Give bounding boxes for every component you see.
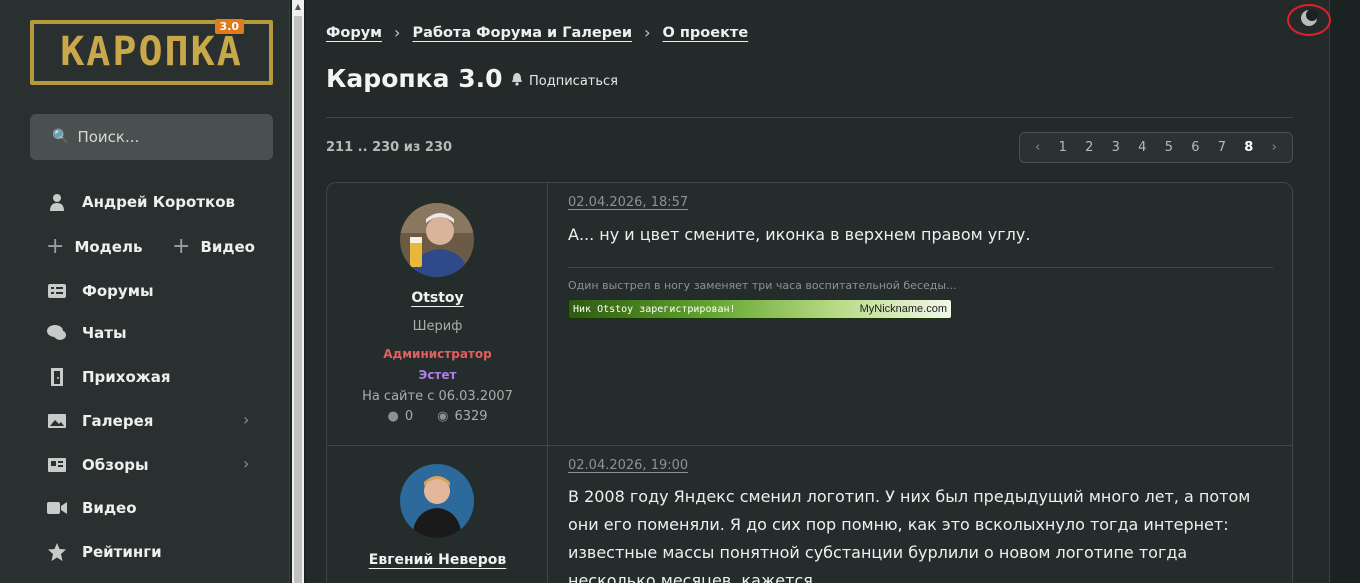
posts-list: Otstoy Шериф Администратор Эстет На сайт…	[326, 182, 1293, 583]
search-placeholder: Поиск...	[77, 128, 140, 146]
pager-page[interactable]: 1	[1059, 140, 1067, 155]
banner-left-text: Ник Otstoy зарегистрирован!	[573, 303, 736, 315]
pager-next[interactable]: ›	[1272, 140, 1277, 155]
subscribe-label: Подписаться	[529, 73, 618, 89]
chevron-right-icon[interactable]: ›	[243, 454, 249, 473]
banner-right-text: MyNickname.com	[859, 303, 947, 315]
sidebar-item-ratings[interactable]: Рейтинги	[46, 542, 162, 562]
breadcrumb: Форум › Работа Форума и Галереи › О прое…	[326, 23, 748, 42]
avatar[interactable]	[400, 203, 474, 277]
theme-toggle-button[interactable]	[1287, 4, 1331, 36]
post-author-panel: Евгений Неверов	[327, 446, 548, 583]
pager-page[interactable]: 7	[1218, 140, 1226, 155]
signature-divider	[568, 267, 1273, 268]
palette-icon: ●	[387, 409, 399, 424]
author-name[interactable]: Евгений Неверов	[327, 552, 548, 568]
reviews-icon	[46, 455, 68, 475]
sidebar: КАРОПКА 3.0 🔍 Поиск... Андрей Коротков +…	[0, 0, 290, 583]
chevron-right-icon: ›	[394, 23, 401, 42]
subscribe-button[interactable]: Подписаться	[511, 73, 618, 89]
sidebar-item-video[interactable]: Видео	[46, 498, 137, 518]
plus-icon: +	[46, 234, 65, 259]
post: Otstoy Шериф Администратор Эстет На сайт…	[327, 183, 1292, 445]
pager-page-current[interactable]: 8	[1244, 140, 1253, 155]
logo-text: КАРОПКА	[60, 29, 243, 75]
post: Евгений Неверов 02.04.2026, 19:00 В 2008…	[327, 446, 1292, 583]
star-icon	[46, 542, 68, 562]
sidebar-item-gallery[interactable]: Галерея	[46, 411, 153, 431]
author-stats: ● 0 ◉ 6329	[327, 409, 548, 424]
post-text: В 2008 году Яндекс сменил логотип. У них…	[568, 487, 1251, 583]
sidebar-item-label: Рейтинги	[82, 543, 162, 561]
search-icon: 🔍	[52, 129, 70, 145]
user-icon	[46, 192, 68, 212]
video-icon	[46, 498, 68, 518]
pager-prev[interactable]: ‹	[1035, 140, 1040, 155]
sidebar-user-profile[interactable]: Андрей Коротков	[46, 192, 235, 212]
avatar[interactable]	[400, 464, 474, 538]
search-input[interactable]: 🔍 Поиск...	[30, 114, 273, 160]
sidebar-item-label: Обзоры	[82, 456, 149, 474]
site-logo[interactable]: КАРОПКА 3.0	[30, 19, 273, 85]
plus-icon: +	[172, 234, 191, 259]
pager-page[interactable]: 3	[1112, 140, 1120, 155]
post-text: А... ну и цвет смените, иконка в верхнем…	[568, 225, 1031, 244]
user-name: Андрей Коротков	[82, 193, 236, 211]
pager-page[interactable]: 6	[1191, 140, 1199, 155]
author-role-admin: Администратор	[383, 347, 492, 361]
post-date[interactable]: 02.04.2026, 18:57	[568, 195, 688, 210]
palette-stat: ● 0	[387, 409, 413, 424]
sidebar-item-label: Галерея	[82, 412, 154, 430]
pager-page[interactable]: 4	[1138, 140, 1146, 155]
bell-icon	[511, 73, 523, 89]
author-role-esthete: Эстет	[418, 368, 457, 382]
breadcrumb-link-forum[interactable]: Форум	[326, 25, 382, 41]
chat-icon	[46, 323, 68, 343]
signature-banner[interactable]: Ник Otstoy зарегистрирован! MyNickname.c…	[568, 299, 952, 319]
breadcrumb-link-topic[interactable]: О проекте	[663, 25, 749, 41]
author-member-since: На сайте с 06.03.2007	[362, 389, 513, 404]
sidebar-item-lobby[interactable]: Прихожая	[46, 367, 170, 387]
sidebar-item-label: Форумы	[82, 282, 154, 300]
comment-icon: ◉	[437, 409, 449, 424]
sidebar-item-chats[interactable]: Чаты	[46, 323, 127, 343]
forum-icon	[46, 281, 68, 301]
author-name[interactable]: Otstoy	[327, 290, 548, 306]
add-model-button[interactable]: + Модель	[46, 234, 142, 259]
add-video-label: Видео	[200, 237, 255, 256]
divider	[326, 117, 1293, 118]
messages-count: 6329	[454, 409, 488, 424]
sidebar-item-reviews[interactable]: Обзоры	[46, 455, 149, 475]
moon-icon	[1300, 9, 1318, 31]
results-range: 211 .. 230 из 230	[326, 140, 453, 155]
post-date[interactable]: 02.04.2026, 19:00	[568, 458, 688, 473]
add-video-button[interactable]: + Видео	[172, 234, 255, 259]
messages-stat: ◉ 6329	[437, 409, 487, 424]
add-model-label: Модель	[74, 237, 143, 256]
breadcrumb-link-section[interactable]: Работа Форума и Галереи	[412, 25, 632, 41]
likes-count: 0	[404, 409, 414, 424]
sidebar-item-label: Чаты	[82, 324, 127, 342]
post-author-panel: Otstoy Шериф Администратор Эстет На сайт…	[327, 183, 548, 445]
signature-text: Один выстрел в ногу заменяет три часа во…	[568, 279, 957, 292]
scroll-up-arrow-icon[interactable]: ▲	[292, 2, 304, 12]
author-rank: Шериф	[412, 319, 463, 334]
pagination: ‹ 1 2 3 4 5 6 7 8 ›	[1019, 132, 1293, 163]
pager-page[interactable]: 5	[1165, 140, 1173, 155]
page-title: Каропка 3.0	[326, 64, 503, 93]
scrollbar-thumb[interactable]	[294, 16, 302, 583]
sidebar-item-label: Видео	[82, 499, 137, 517]
sidebar-item-forums[interactable]: Форумы	[46, 281, 154, 301]
chevron-right-icon[interactable]: ›	[243, 410, 249, 429]
sidebar-item-label: Прихожая	[82, 368, 171, 386]
chevron-right-icon: ›	[644, 23, 651, 42]
gallery-icon	[46, 411, 68, 431]
pager-page[interactable]: 2	[1085, 140, 1093, 155]
door-icon	[46, 367, 68, 387]
version-badge: 3.0	[214, 19, 244, 34]
